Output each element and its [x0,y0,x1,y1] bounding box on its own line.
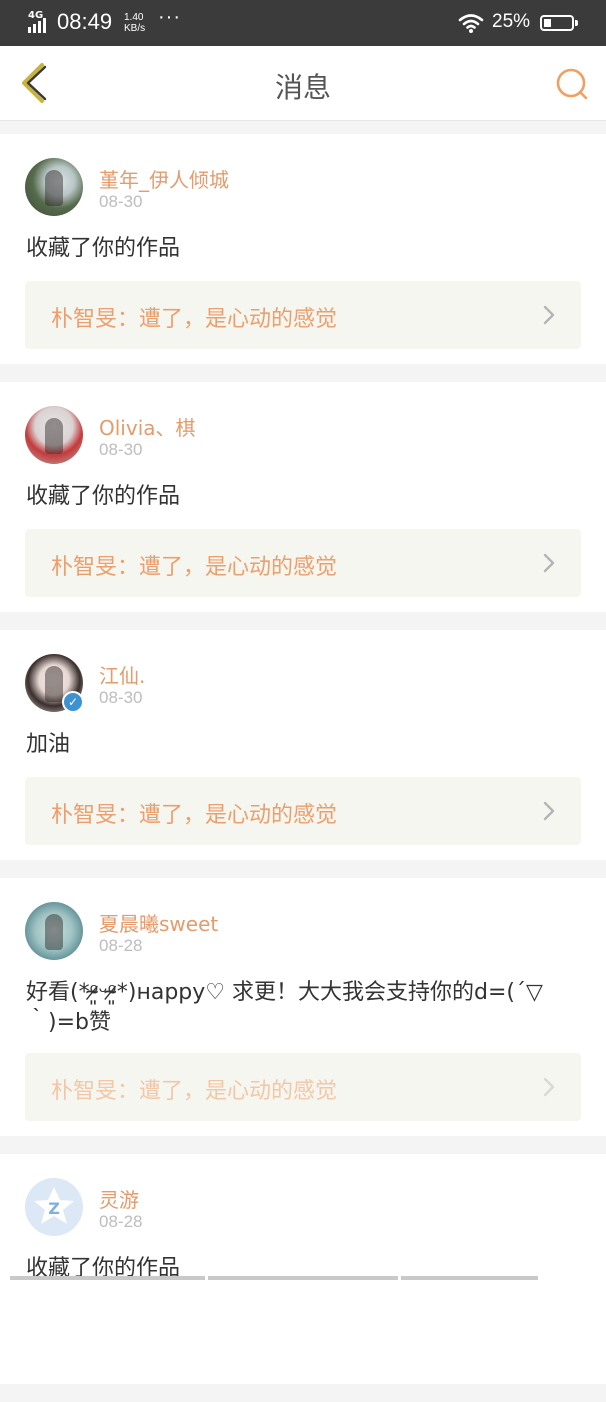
chevron-right-icon [543,305,555,325]
username[interactable]: 夏晨曦sweet [99,908,218,937]
bottom-scroll-indicator [0,1276,606,1280]
message-date: 08-30 [99,192,143,211]
battery-percent: 25% [492,11,531,32]
message-text: 加油 [26,732,71,757]
top-navigation-bar: 消息 [0,46,606,121]
username[interactable]: 灵游 [99,1184,139,1213]
chevron-right-icon [543,553,555,573]
work-title: 朴智旻：遭了，是心动的感觉 [51,803,338,828]
work-link[interactable]: 朴智旻：遭了，是心动的感觉 [25,529,581,597]
work-link[interactable]: 朴智旻：遭了，是心动的感觉 [25,777,581,845]
page-title: 消息 [274,71,331,104]
work-title: 朴智旻：遭了，是心动的感觉 [51,307,338,332]
wifi-icon [458,14,484,33]
avatar[interactable] [25,902,83,960]
username[interactable]: 堇年_伊人倾城 [99,164,229,193]
default-avatar-icon: Z [34,1187,74,1224]
more-notifications-icon: ··· [158,6,181,28]
message-date: 08-30 [99,688,143,707]
speed-value: 1.40 [124,12,144,23]
chevron-right-icon [543,801,555,821]
message-item[interactable]: ✓ 江仙. 08-30 加油 朴智旻：遭了，是心动的感觉 [0,630,606,860]
avatar[interactable] [25,406,83,464]
message-text: 好看(*ᵒ̴̷͈ᵕᵒ̴̷͈*)ʜappy♡ 求更！大大我会支持你的d=(´▽｀)… [26,980,543,1035]
message-item[interactable]: 夏晨曦sweet 08-28 好看(*ᵒ̴̷͈ᵕᵒ̴̷͈*)ʜappy♡ 求更！… [0,878,606,1136]
search-icon [556,68,588,100]
avatar[interactable] [25,158,83,216]
message-text: 收藏了你的作品 [26,484,181,509]
avatar[interactable]: Z [25,1178,83,1236]
message-date: 08-28 [99,936,143,955]
chevron-right-icon [543,1077,555,1097]
battery-level-fill [544,19,551,27]
battery-icon [540,15,578,31]
message-date: 08-28 [99,1212,143,1231]
message-item[interactable]: Z 灵游 08-28 收藏了你的作品 [0,1154,606,1384]
message-text: 收藏了你的作品 [26,236,181,261]
work-title: 朴智旻：遭了，是心动的感觉 [51,555,338,580]
message-date: 08-30 [99,440,143,459]
svg-text:Z: Z [48,1199,60,1218]
status-bar: 4G 08:49 1.40 KB/s ··· 25% [0,0,606,46]
status-time: 08:49 [57,9,113,34]
work-title: 朴智旻：遭了，是心动的感觉 [51,1079,338,1104]
message-item[interactable]: Olivia、棋 08-30 收藏了你的作品 朴智旻：遭了，是心动的感觉 [0,382,606,612]
message-item[interactable]: 堇年_伊人倾城 08-30 收藏了你的作品 朴智旻：遭了，是心动的感觉 [0,134,606,364]
speed-unit: KB/s [124,23,146,34]
work-link[interactable]: 朴智旻：遭了，是心动的感觉 [25,281,581,349]
network-speed: 1.40 KB/s [124,12,145,34]
message-list: 堇年_伊人倾城 08-30 收藏了你的作品 朴智旻：遭了，是心动的感觉 Oliv… [0,134,606,1402]
username[interactable]: 江仙. [99,660,145,689]
work-link[interactable]: 朴智旻：遭了，是心动的感觉 [25,1053,581,1121]
verified-badge-icon: ✓ [62,691,84,713]
search-button[interactable] [554,66,590,102]
cellular-signal-icon: 4G [26,10,52,33]
network-type: 4G [28,10,44,21]
username[interactable]: Olivia、棋 [99,412,196,441]
